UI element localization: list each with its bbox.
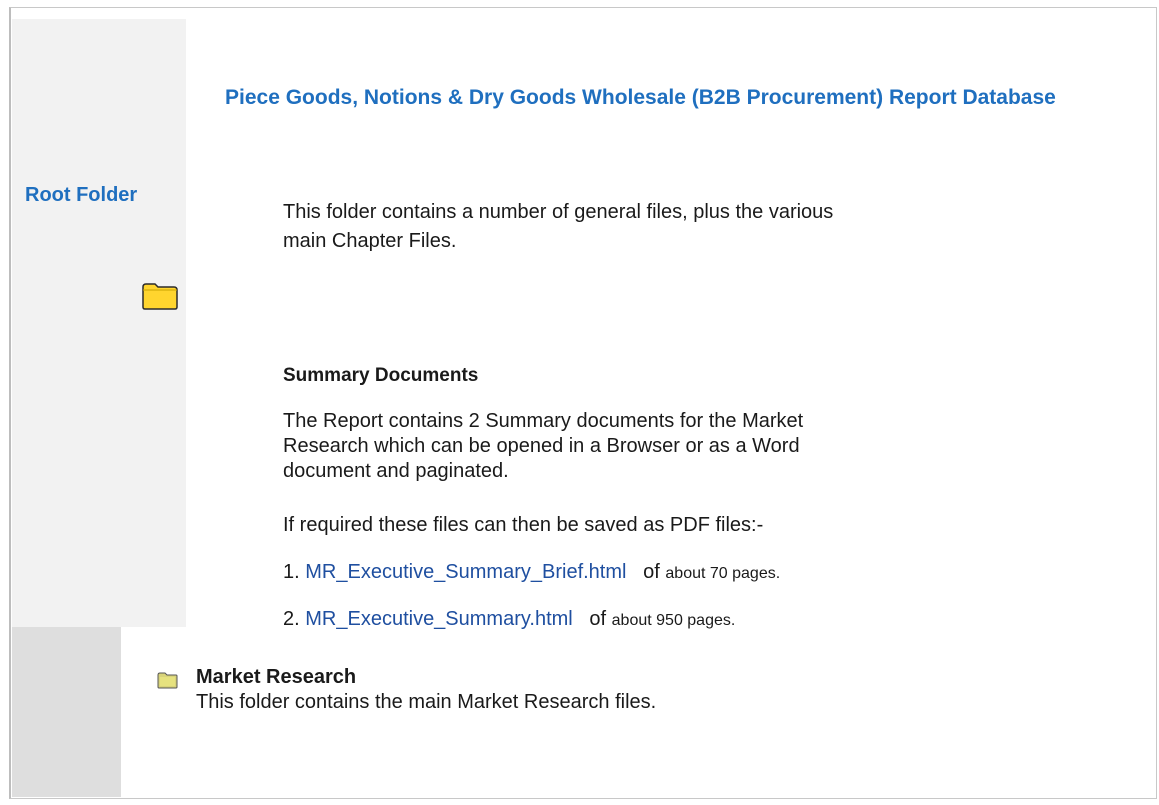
market-research-description: This folder contains the main Market Res…: [196, 691, 657, 713]
summary-heading: Summary Documents: [283, 365, 479, 386]
market-research-heading[interactable]: Market Research: [196, 666, 356, 689]
page-count: about 950 pages.: [611, 612, 736, 629]
intro-paragraph: This folder contains a number of general…: [283, 201, 834, 252]
folder-icon[interactable]: [142, 282, 178, 310]
of-label: of: [643, 561, 660, 583]
document-link[interactable]: MR_Executive_Summary.html: [305, 608, 572, 630]
summary-description: The Report contains 2 Summary documents …: [283, 410, 804, 482]
intro-text: This folder contains a number of general…: [283, 198, 843, 256]
market-research-panel: [12, 627, 121, 797]
pdf-note: If required these files can then be save…: [283, 514, 764, 536]
page-title: Piece Goods, Notions & Dry Goods Wholesa…: [225, 86, 1056, 109]
page-count: about 70 pages.: [665, 565, 781, 582]
root-folder-label[interactable]: Root Folder: [25, 184, 137, 207]
folder-icon[interactable]: [157, 672, 178, 689]
root-folder-panel: [12, 19, 186, 627]
of-label: of: [589, 608, 607, 630]
document-link[interactable]: MR_Executive_Summary_Brief.html: [305, 561, 626, 583]
list-item: 1. MR_Executive_Summary_Brief.html of ab…: [283, 561, 780, 608]
summary-document-list: 1. MR_Executive_Summary_Brief.html of ab…: [283, 561, 780, 655]
list-number: 1.: [283, 561, 300, 583]
list-item: 2. MR_Executive_Summary.html of about 95…: [283, 608, 780, 655]
list-number: 2.: [283, 608, 300, 630]
